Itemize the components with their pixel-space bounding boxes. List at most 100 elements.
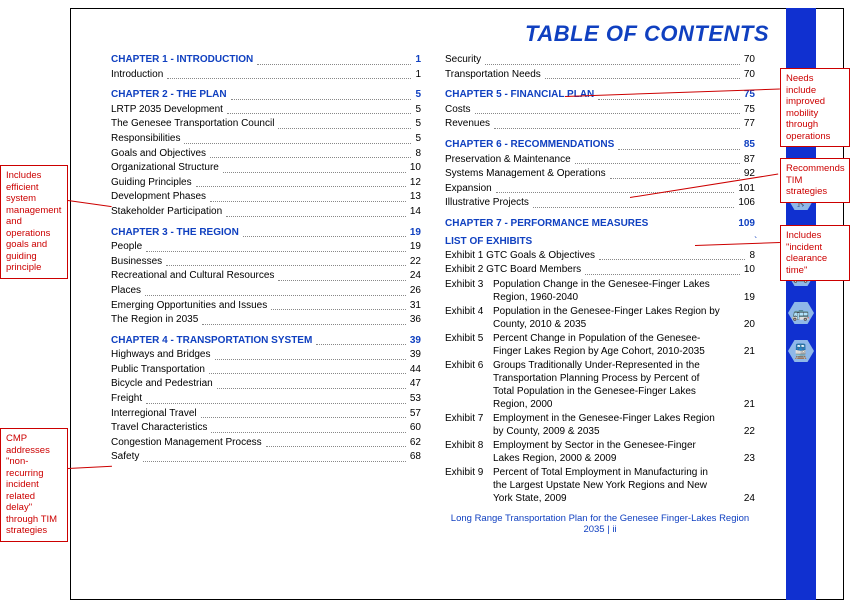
page-number: 19 — [725, 291, 755, 304]
page-number: 106 — [738, 196, 755, 211]
toc-label: Transportation Needs — [445, 68, 541, 83]
toc-entry: Bicycle and Pedestrian47 — [111, 377, 421, 392]
page-number: 85 — [744, 138, 755, 153]
leader-dots — [146, 403, 406, 404]
toc-label: The Genesee Transportation Council — [111, 117, 274, 132]
toc-entry: Businesses22 — [111, 255, 421, 270]
toc-label: CHAPTER 2 - THE PLAN — [111, 88, 227, 103]
toc-entry: LRTP 2035 Development 5 — [111, 103, 421, 118]
leader-dots — [545, 78, 740, 79]
asterisk-mark: ` — [754, 236, 757, 247]
toc-entry: Congestion Management Process62 — [111, 436, 421, 451]
page-number: 5 — [415, 132, 421, 147]
toc-column-right: Security 70Transportation Needs 70 CHAPTER … — [445, 53, 755, 535]
page-number: 39 — [410, 348, 421, 363]
callout-mobility-ops: Needs include improved mobility through … — [780, 68, 850, 147]
toc-entry: Development Phases13 — [111, 190, 421, 205]
leader-dots — [210, 201, 406, 202]
toc-entry: Emerging Opportunities and Issues31 — [111, 299, 421, 314]
toc-label: Development Phases — [111, 190, 206, 205]
page-number: 75 — [744, 103, 755, 118]
leader-dots — [167, 78, 411, 79]
leader-dots — [599, 259, 745, 260]
toc-label: CHAPTER 3 - THE REGION — [111, 226, 239, 241]
toc-entry: The Region in 203536 — [111, 313, 421, 328]
exhibit-text: Employment by Sector in the Genesee-Fing… — [493, 439, 725, 465]
toc-label: Systems Management & Operations — [445, 167, 606, 182]
toc-label: Security — [445, 53, 481, 68]
toc-entry: Recreational and Cultural Resources24 — [111, 269, 421, 284]
chapter-heading: CHAPTER 2 - THE PLAN5 — [111, 88, 421, 103]
toc-label: Stakeholder Participation — [111, 205, 222, 220]
toc-entry: Public Transportation44 — [111, 363, 421, 378]
exhibit-number: Exhibit 3 — [445, 278, 493, 291]
chapter-heading: CHAPTER 4 - TRANSPORTATION SYSTEM39 — [111, 334, 421, 349]
toc-entry: The Genesee Transportation Council 5 — [111, 117, 421, 132]
chapter-heading: CHAPTER 3 - THE REGION19 — [111, 226, 421, 241]
exhibit-text: Population in the Genesee-Finger Lakes R… — [493, 305, 725, 331]
page-number: 24 — [725, 492, 755, 505]
exhibit-entry: Exhibit 7Employment in the Genesee-Finge… — [445, 412, 755, 438]
toc-entry: Transportation Needs 70 — [445, 68, 755, 83]
leader-dots — [196, 186, 406, 187]
rail-icon: 🚆 — [788, 340, 814, 362]
page-number: 68 — [410, 450, 421, 465]
exhibit-number: Exhibit 9 — [445, 466, 493, 479]
toc-label: Organizational Structure — [111, 161, 219, 176]
leader-dots — [271, 309, 406, 310]
leader-dots — [143, 461, 406, 462]
toc-columns: CHAPTER 1 - INTRODUCTION1Introduction1CH… — [111, 53, 829, 535]
page-number: 8 — [415, 147, 421, 162]
page-frame: TABLE OF CONTENTS CHAPTER 1 - INTRODUCTI… — [70, 8, 844, 600]
toc-label: Costs — [445, 103, 471, 118]
leader-dots — [278, 128, 411, 129]
exhibit-number: Exhibit 7 — [445, 412, 493, 425]
leader-dots — [496, 192, 735, 193]
leader-dots — [223, 172, 406, 173]
leader-dots — [209, 373, 406, 374]
page-number: 1 — [415, 53, 421, 68]
leader-dots — [243, 236, 406, 237]
leader-dots — [226, 216, 406, 217]
chapter-heading: CHAPTER 6 - RECOMMENDATIONS85 — [445, 138, 755, 153]
toc-label: Illustrative Projects — [445, 196, 529, 211]
exhibit-label: Exhibit 1 GTC Goals & Objectives — [445, 249, 595, 264]
toc-entry: Goals and Objectives8 — [111, 147, 421, 162]
leader-dots — [494, 128, 740, 129]
page-number: 87 — [744, 153, 755, 168]
page-number: 5 — [415, 103, 421, 118]
toc-entry: Responsibilities5 — [111, 132, 421, 147]
leader-dots — [231, 99, 412, 100]
page-number: 57 — [410, 407, 421, 422]
exhibit-entry: Exhibit 8Employment by Sector in the Gen… — [445, 439, 755, 465]
exhibit-text: Employment in the Genesee-Finger Lakes R… — [493, 412, 725, 438]
page-number: 77 — [744, 117, 755, 132]
footer-citation: Long Range Transportation Plan for the G… — [445, 513, 755, 535]
leader-dots — [618, 149, 740, 150]
bus-icon: 🚌 — [788, 302, 814, 324]
leader-dots — [257, 64, 411, 65]
exhibit-number: Exhibit 5 — [445, 332, 493, 345]
leader-dots — [585, 274, 740, 275]
page-number: 20 — [725, 318, 755, 331]
page-number: 62 — [410, 436, 421, 451]
toc-label: LRTP 2035 Development — [111, 103, 223, 118]
toc-entry: Highways and Bridges39 — [111, 348, 421, 363]
leader-dots — [215, 359, 406, 360]
leader-dots — [184, 143, 411, 144]
exhibit-entry: Exhibit 1 GTC Goals & Objectives8 — [445, 249, 755, 264]
page-number: 5 — [415, 117, 421, 132]
leader-dots — [475, 113, 740, 114]
page-number: 10 — [744, 263, 755, 278]
toc-label: Introduction — [111, 68, 163, 83]
page-number: 70 — [744, 68, 755, 83]
exhibit-entry: Exhibit 9Percent of Total Employment in … — [445, 466, 755, 505]
toc-entry: Systems Management & Operations92 — [445, 167, 755, 182]
toc-entry: Freight53 — [111, 392, 421, 407]
page-number: 24 — [410, 269, 421, 284]
toc-entry: Costs 75 — [445, 103, 755, 118]
chapter-heading: CHAPTER 7 - PERFORMANCE MEASURES109 — [445, 217, 755, 232]
toc-entry: Organizational Structure10 — [111, 161, 421, 176]
exhibit-entry: Exhibit 6Groups Traditionally Under-Repr… — [445, 359, 755, 411]
page-number: 12 — [410, 176, 421, 191]
